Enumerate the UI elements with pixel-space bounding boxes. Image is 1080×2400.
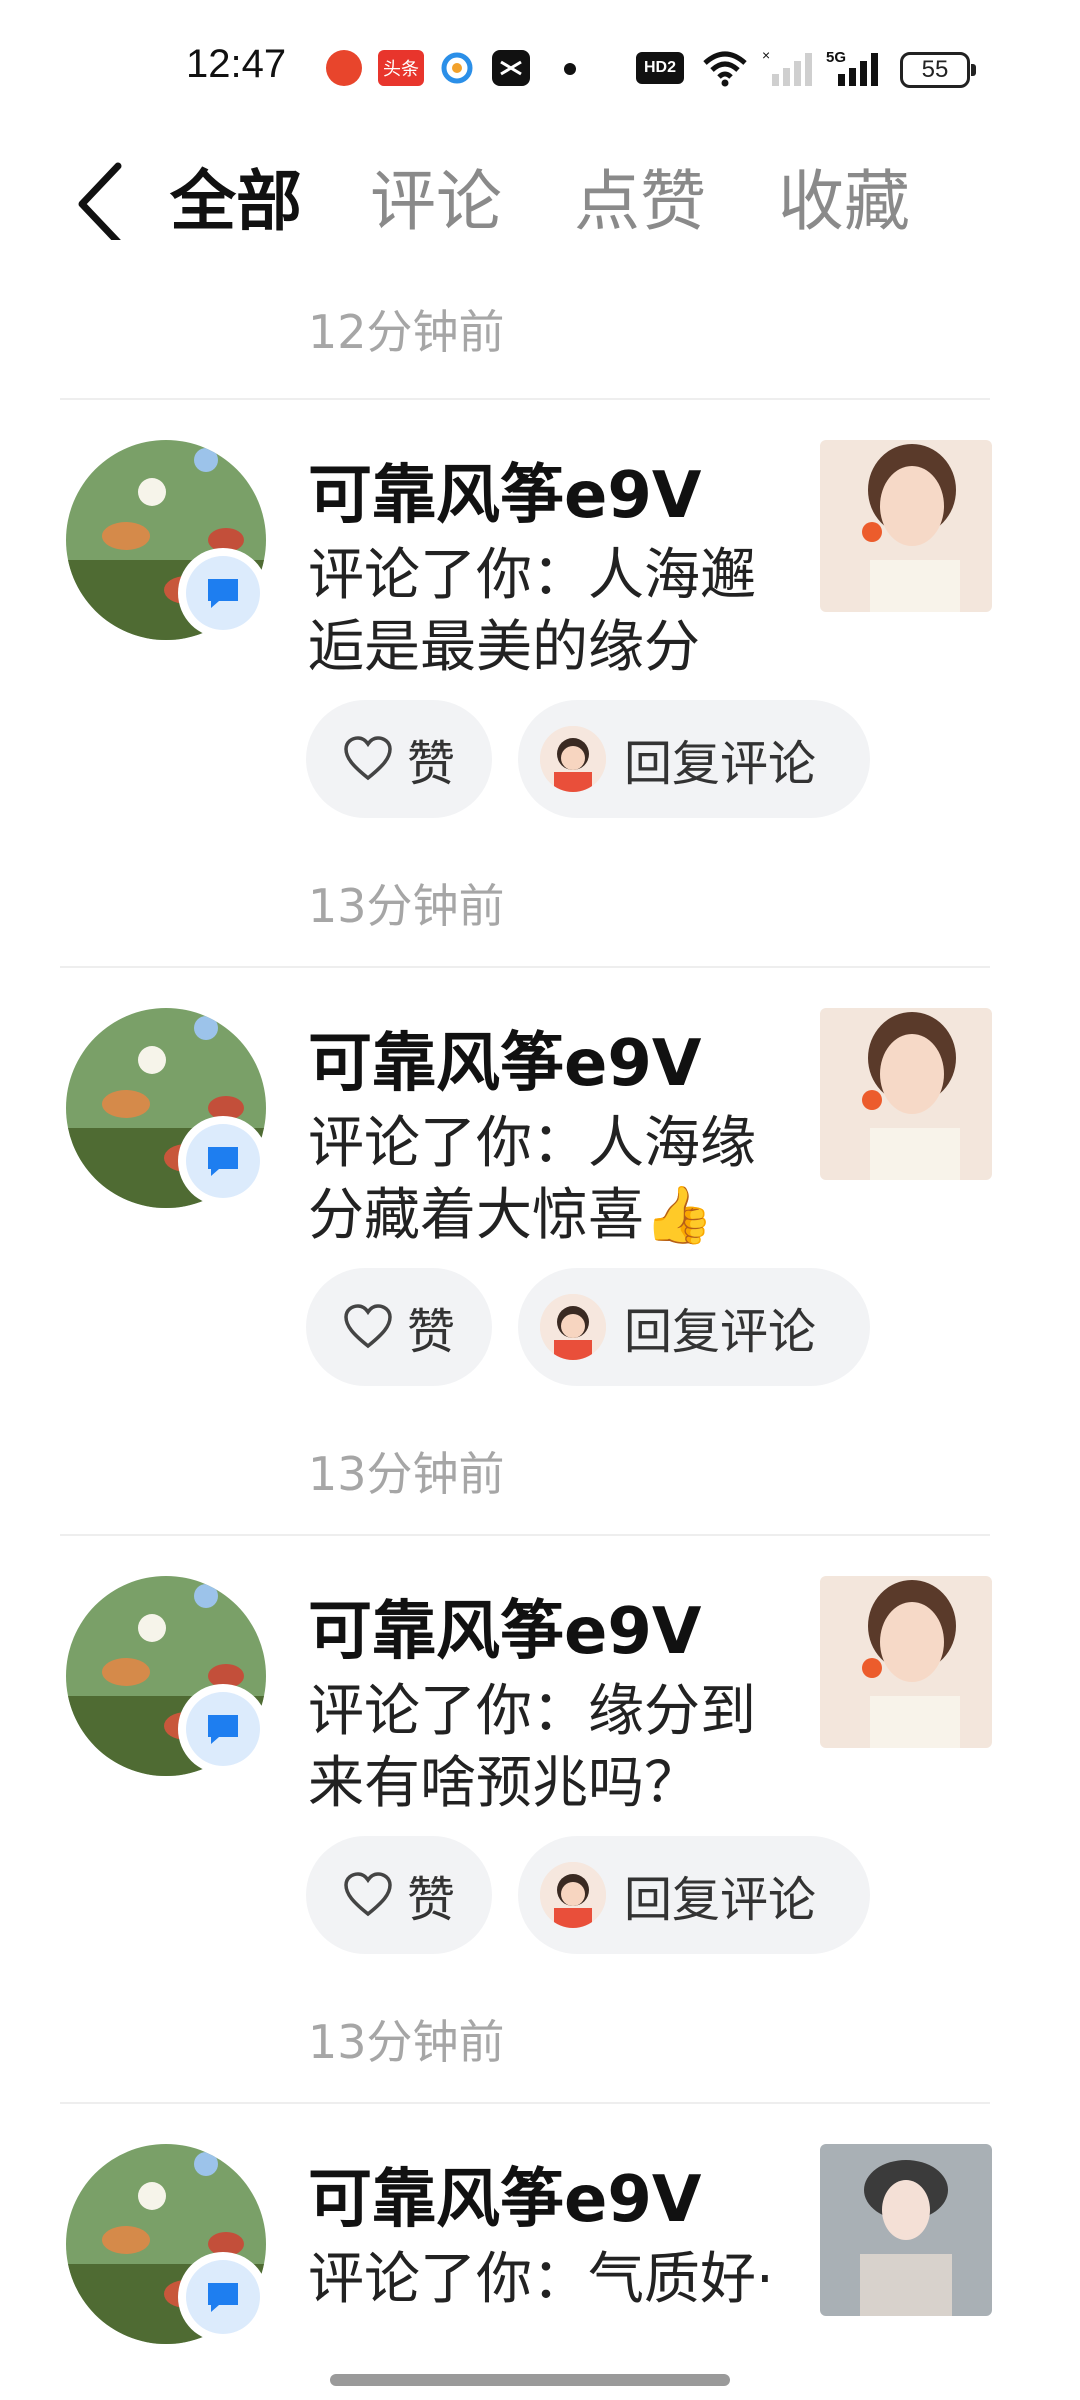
- timestamp: 13分钟前: [308, 2015, 505, 2069]
- reply-label: 回复评论: [624, 1872, 817, 1928]
- comment-icon: [208, 1715, 238, 1744]
- toutiao-icon: 头条: [378, 50, 424, 86]
- tab-likes[interactable]: 点赞: [574, 162, 706, 242]
- hd-icon: HD2: [636, 52, 684, 84]
- user-avatar: [540, 1862, 606, 1928]
- user-avatar: [540, 1294, 606, 1360]
- comment-badge: [178, 2252, 268, 2342]
- reply-comment-button[interactable]: 回复评论: [518, 700, 870, 818]
- svg-text:×: ×: [762, 48, 770, 63]
- post-thumbnail[interactable]: [820, 1008, 992, 1180]
- post-thumbnail[interactable]: [820, 2144, 992, 2316]
- username[interactable]: 可靠风筝e9V: [308, 1580, 701, 1672]
- app-icon: [440, 50, 474, 86]
- tab-all[interactable]: 全部: [170, 162, 302, 242]
- reply-label: 回复评论: [624, 1304, 817, 1360]
- like-label: 赞: [406, 736, 455, 792]
- reply-comment-button[interactable]: 回复评论: [518, 1268, 870, 1386]
- comment-badge: [178, 1116, 268, 1206]
- tab-comments[interactable]: 评论: [370, 162, 502, 242]
- post-thumbnail[interactable]: [820, 440, 992, 612]
- comment-text[interactable]: 评论了你：人海邂逅是最美的缘分: [308, 540, 788, 684]
- battery-icon: 55: [900, 52, 976, 88]
- like-button[interactable]: 赞: [306, 1268, 492, 1386]
- app-icon: [326, 50, 362, 86]
- timestamp: 13分钟前: [308, 879, 505, 933]
- comment-icon: [208, 1147, 238, 1176]
- comment-badge: [178, 1684, 268, 1774]
- username[interactable]: 可靠风筝e9V: [308, 444, 701, 536]
- heart-icon: [344, 1304, 392, 1349]
- capcut-icon: [492, 50, 530, 86]
- like-button[interactable]: 赞: [306, 700, 492, 818]
- heart-icon: [344, 1872, 392, 1917]
- tab-favorites[interactable]: 收藏: [778, 162, 910, 242]
- notification-dot: [564, 63, 576, 75]
- chevron-left-icon: [78, 162, 122, 246]
- comment-badge: [178, 548, 268, 638]
- comment-text[interactable]: 评论了你：人海缘分藏着大惊喜👍: [308, 1108, 788, 1252]
- like-button[interactable]: 赞: [306, 1836, 492, 1954]
- wifi-icon: [700, 50, 750, 87]
- back-button[interactable]: [66, 160, 146, 246]
- reply-label: 回复评论: [624, 736, 817, 792]
- comment-text[interactable]: 评论了你：气质好·: [308, 2244, 788, 2316]
- list-item[interactable]: 可靠风筝e9V 评论了你：人海邂逅是最美的缘分 赞 回复评论 13分钟前: [0, 400, 1080, 960]
- list-item[interactable]: 可靠风筝e9V 评论了你：气质好·: [0, 2104, 1080, 2400]
- comment-icon: [208, 2283, 238, 2312]
- user-avatar: [540, 726, 606, 792]
- username[interactable]: 可靠风筝e9V: [308, 1012, 701, 1104]
- reply-comment-button[interactable]: 回复评论: [518, 1836, 870, 1954]
- network-label: 5G: [826, 49, 846, 66]
- header: 全部 评论 点赞 收藏: [0, 140, 1080, 260]
- home-indicator[interactable]: [330, 2374, 730, 2386]
- signal-icon-no-sim: ×: [760, 48, 814, 86]
- status-bar: 12:47 头条 HD2 × 5G 55: [0, 0, 1080, 130]
- list-item[interactable]: 可靠风筝e9V 评论了你：缘分到来有啥预兆吗？ 赞 回复评论 13分钟前: [0, 1536, 1080, 2096]
- timestamp: 13分钟前: [308, 1447, 505, 1501]
- comment-icon: [208, 579, 238, 608]
- comment-text[interactable]: 评论了你：缘分到来有啥预兆吗？: [308, 1676, 788, 1820]
- like-label: 赞: [406, 1304, 455, 1360]
- signal-icon: 5G: [826, 49, 880, 86]
- list-item[interactable]: 可靠风筝e9V 评论了你：人海缘分藏着大惊喜👍 赞 回复评论 13分钟前: [0, 968, 1080, 1528]
- like-label: 赞: [406, 1872, 455, 1928]
- timestamp: 12分钟前: [308, 305, 505, 359]
- heart-icon: [344, 736, 392, 781]
- username[interactable]: 可靠风筝e9V: [308, 2148, 701, 2240]
- post-thumbnail[interactable]: [820, 1576, 992, 1748]
- status-time: 12:47: [186, 42, 287, 86]
